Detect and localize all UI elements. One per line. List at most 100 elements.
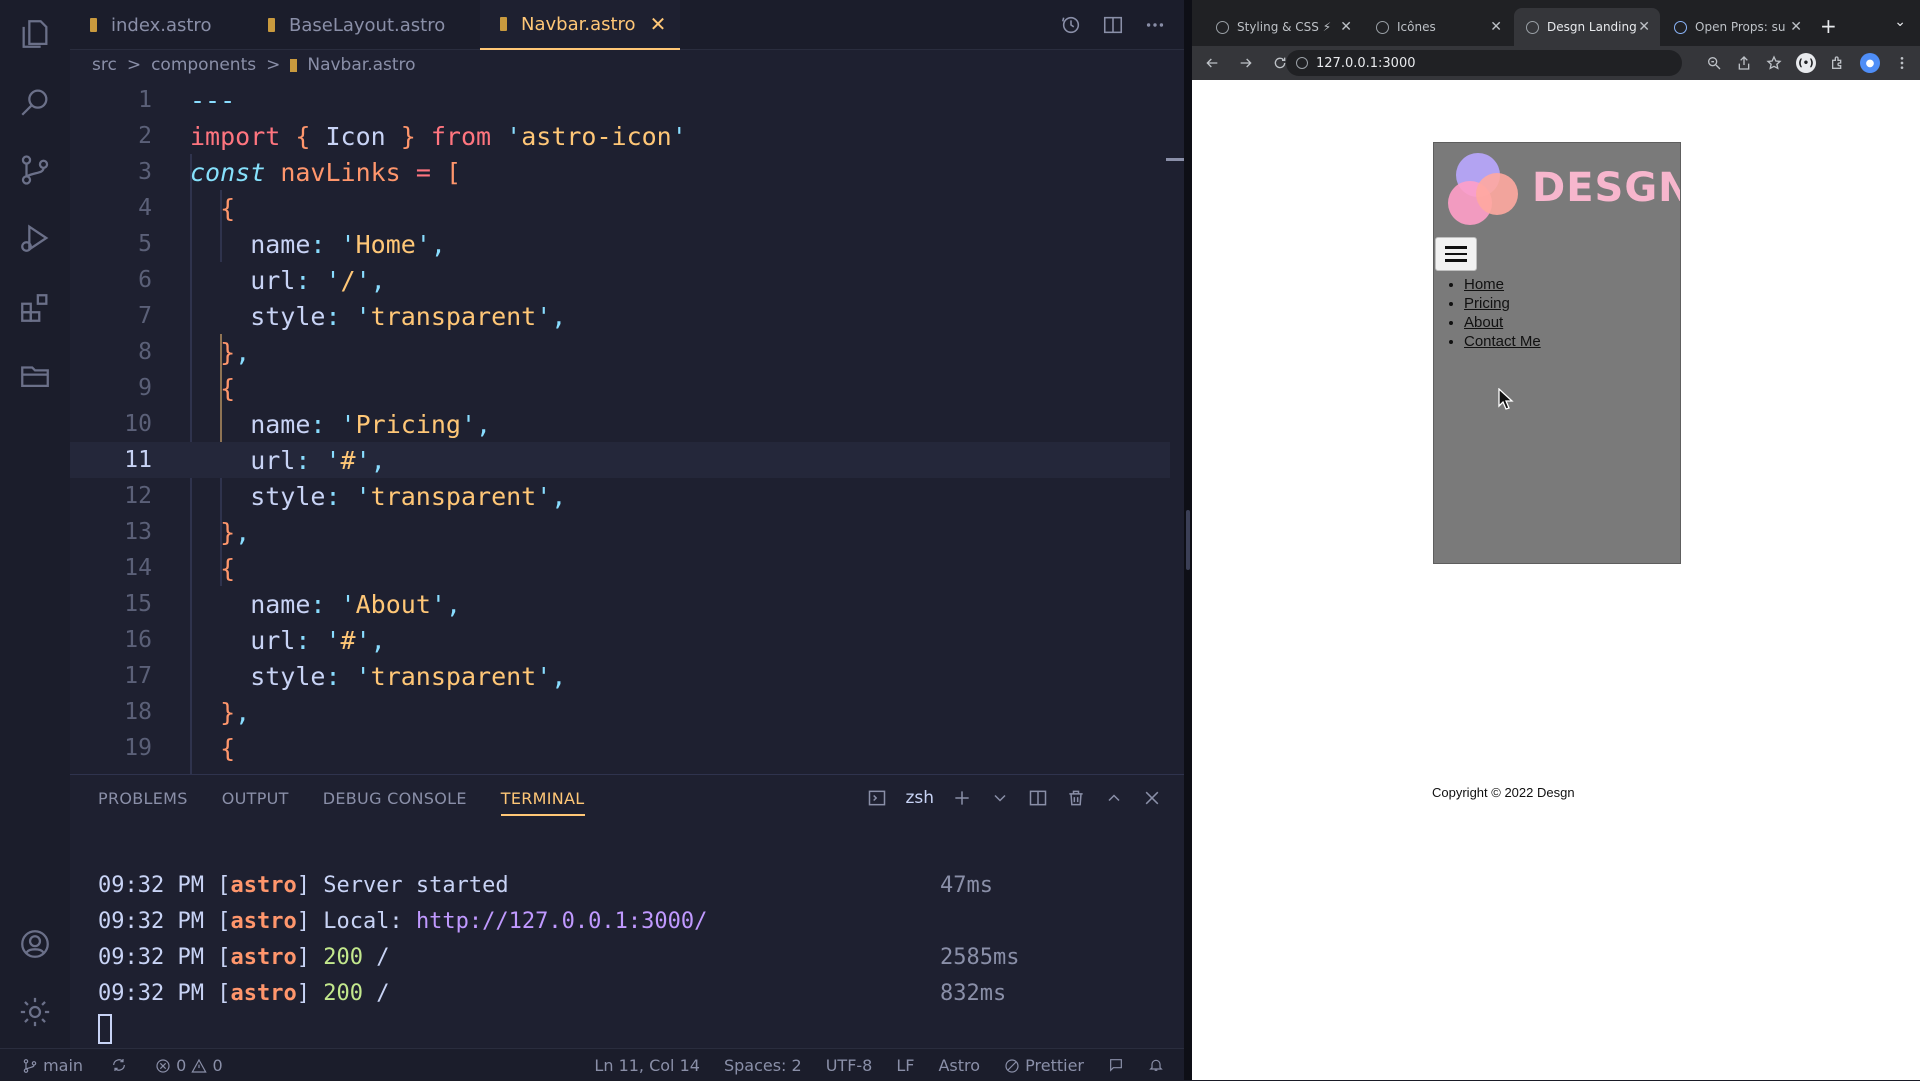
problems-indicator[interactable]: 0 0 <box>155 1056 223 1075</box>
nav-link-home[interactable]: Home <box>1464 276 1504 293</box>
forward-arrow-icon[interactable] <box>1238 55 1254 71</box>
site-logo-text[interactable]: DESGN <box>1532 165 1680 211</box>
tab-problems[interactable]: PROBLEMS <box>98 789 188 816</box>
notifications-bell-icon[interactable] <box>1148 1057 1164 1073</box>
zoom-icon[interactable] <box>1706 55 1722 71</box>
tab-terminal[interactable]: TERMINAL <box>500 789 585 816</box>
browser-tab-label: Styling & CSS ⚡ <box>1237 20 1332 34</box>
code-line[interactable]: 16 url: '#', <box>70 622 1170 658</box>
code-line[interactable]: 17 style: 'transparent', <box>70 658 1170 694</box>
trash-icon[interactable] <box>1066 788 1086 808</box>
code-line[interactable]: 4 { <box>70 190 1170 226</box>
nav-link-about[interactable]: About <box>1464 314 1503 331</box>
code-line[interactable]: 1 --- <box>70 82 1170 118</box>
code-line[interactable]: 18 }, <box>70 694 1170 730</box>
code-token: ' <box>536 301 552 331</box>
account-icon[interactable] <box>17 926 53 962</box>
extensions-puzzle-icon[interactable] <box>1830 55 1846 71</box>
share-icon[interactable] <box>1736 55 1752 71</box>
sync-icon[interactable] <box>111 1057 127 1073</box>
new-terminal-icon[interactable] <box>952 788 972 808</box>
code-line[interactable]: 9 { <box>70 370 1170 406</box>
new-tab-plus-icon[interactable]: + <box>1820 14 1837 38</box>
tab-index-astro[interactable]: index.astro <box>90 0 211 50</box>
tab-baselayout-astro[interactable]: BaseLayout.astro <box>268 0 445 50</box>
source-control-icon[interactable] <box>17 152 53 188</box>
tab-debug-console[interactable]: DEBUG CONSOLE <box>323 789 467 816</box>
back-arrow-icon[interactable] <box>1204 55 1220 71</box>
close-tab-icon[interactable]: ✕ <box>1790 19 1802 35</box>
code-line[interactable]: 10 name: 'Pricing', <box>70 406 1170 442</box>
folder-icon[interactable] <box>17 358 53 394</box>
chevron-up-icon[interactable] <box>1104 788 1124 808</box>
line-ending[interactable]: LF <box>896 1056 914 1075</box>
site-info-icon[interactable] <box>1296 57 1308 69</box>
more-actions-icon[interactable] <box>1144 14 1166 36</box>
browser-tab-styling-css[interactable]: Styling & CSS ⚡ ✕ <box>1204 8 1362 46</box>
code-line[interactable]: 7 style: 'transparent', <box>70 298 1170 334</box>
extension-avatar-icon[interactable]: (•) <box>1796 53 1816 73</box>
terminal-output[interactable]: 09:32 PM [astro] Server started 47ms 09:… <box>98 867 1058 1047</box>
close-tab-icon[interactable]: ✕ <box>1638 19 1650 35</box>
timeline-icon[interactable] <box>1060 14 1082 36</box>
code-editor[interactable]: 1 --- 2 import { Icon } from 'astro-icon' 3 c… <box>70 82 1184 774</box>
run-debug-icon[interactable] <box>17 220 53 256</box>
code-line[interactable]: 13 }, <box>70 514 1170 550</box>
cursor-position[interactable]: Ln 11, Col 14 <box>594 1056 700 1075</box>
breadcrumb-file[interactable]: Navbar.astro <box>307 55 415 75</box>
close-panel-icon[interactable] <box>1142 788 1162 808</box>
code-line[interactable]: 5 name: 'Home', <box>70 226 1170 262</box>
address-bar[interactable]: 127.0.0.1:3000 <box>1286 50 1682 76</box>
split-editor-icon[interactable] <box>1102 14 1124 36</box>
close-tab-icon[interactable]: ✕ <box>1490 19 1502 35</box>
chevron-down-icon[interactable] <box>990 788 1010 808</box>
browser-tab-desgn-landing[interactable]: Desgn Landing ✕ <box>1514 8 1660 46</box>
tab-navbar-astro[interactable]: Navbar.astro ✕ <box>480 0 681 50</box>
tab-search-chevron-icon[interactable]: ⌄ <box>1894 14 1906 30</box>
indentation[interactable]: Spaces: 2 <box>724 1056 802 1075</box>
code-line[interactable]: 11 url: '#', <box>70 442 1170 478</box>
local-url-link[interactable]: http://127.0.0.1:3000/ <box>416 909 707 934</box>
settings-gear-icon[interactable] <box>17 994 53 1030</box>
code-line[interactable]: 3 const navLinks = [ <box>70 154 1170 190</box>
code-line[interactable]: 8 }, <box>70 334 1170 370</box>
file-icon <box>290 58 298 72</box>
breadcrumb-components[interactable]: components <box>151 55 256 75</box>
split-terminal-icon[interactable] <box>1028 788 1048 808</box>
browser-tab-open-props[interactable]: Open Props: su ✕ <box>1662 8 1812 46</box>
close-tab-icon[interactable]: ✕ <box>1340 19 1352 35</box>
search-icon[interactable] <box>17 84 53 120</box>
hamburger-menu-button[interactable] <box>1435 237 1477 271</box>
feedback-icon[interactable] <box>1108 1057 1124 1073</box>
resize-handle[interactable] <box>1186 510 1190 570</box>
language-mode[interactable]: Astro <box>938 1056 980 1075</box>
code-line[interactable]: 2 import { Icon } from 'astro-icon' <box>70 118 1170 154</box>
code-text: }, <box>190 338 250 367</box>
code-token: Pricing <box>355 409 461 439</box>
editor-tab-bar: index.astro BaseLayout.astro Navbar.astr… <box>70 0 1184 50</box>
browser-menu-icon[interactable] <box>1894 55 1910 71</box>
line-number: 10 <box>124 411 152 437</box>
code-line[interactable]: 19 { <box>70 730 1170 766</box>
bookmark-star-icon[interactable] <box>1766 55 1782 71</box>
bottom-panel: PROBLEMS OUTPUT DEBUG CONSOLE TERMINAL z… <box>70 774 1184 1048</box>
code-line[interactable]: 12 style: 'transparent', <box>70 478 1170 514</box>
prettier-status[interactable]: Prettier <box>1004 1056 1084 1075</box>
shell-name[interactable]: zsh <box>905 788 934 808</box>
encoding[interactable]: UTF-8 <box>826 1056 873 1075</box>
code-line[interactable]: 14 { <box>70 550 1170 586</box>
extensions-icon[interactable] <box>17 290 53 326</box>
profile-avatar-icon[interactable]: ● <box>1860 53 1880 73</box>
code-token: Home <box>355 229 416 259</box>
nav-link-contact[interactable]: Contact Me <box>1464 333 1541 350</box>
branch-indicator[interactable]: main <box>22 1056 83 1075</box>
line-number: 1 <box>138 87 152 113</box>
tab-output[interactable]: OUTPUT <box>222 789 289 816</box>
close-tab-icon[interactable]: ✕ <box>650 12 667 36</box>
code-line[interactable]: 6 url: '/', <box>70 262 1170 298</box>
breadcrumb-src[interactable]: src <box>92 55 117 75</box>
nav-link-pricing[interactable]: Pricing <box>1464 295 1510 312</box>
code-line[interactable]: 15 name: 'About', <box>70 586 1170 622</box>
explorer-icon[interactable] <box>17 16 53 52</box>
browser-tab-icones[interactable]: Icônes ✕ <box>1364 8 1512 46</box>
